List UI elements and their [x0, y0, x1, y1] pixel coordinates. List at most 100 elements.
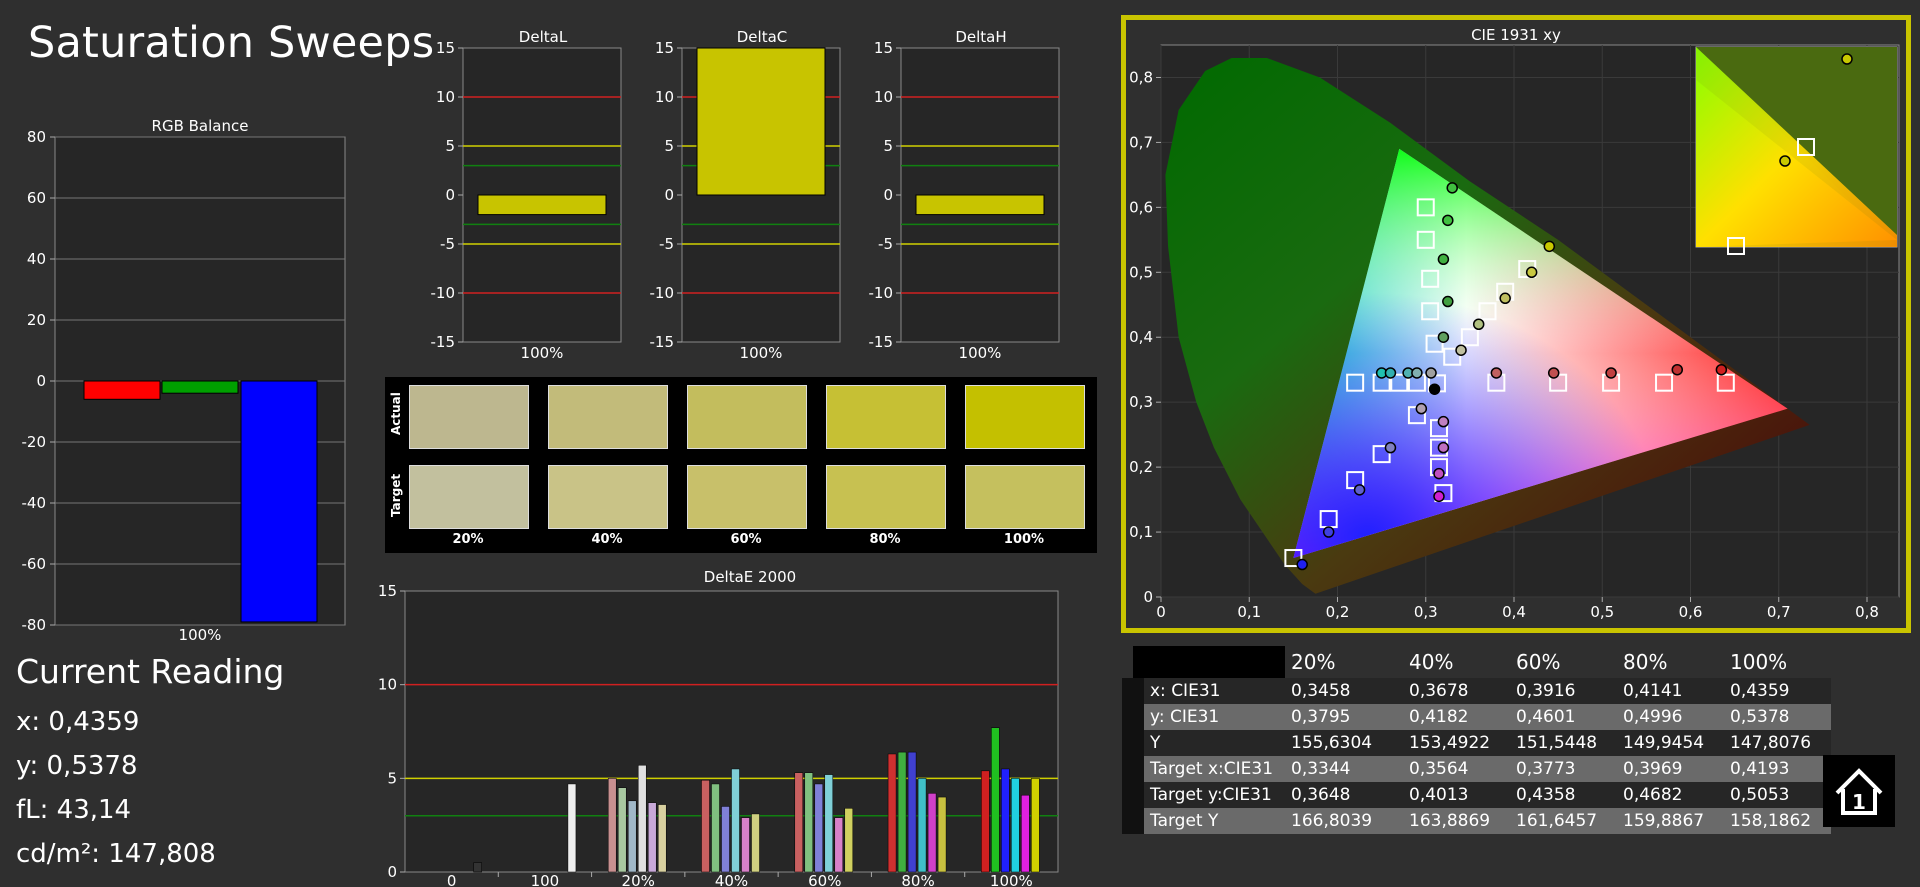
measured-point	[1437, 415, 1450, 428]
delta-e-bar	[927, 793, 937, 873]
table-cell: 0,3344	[1285, 756, 1403, 782]
color-swatch-panel: Actual Target 20% 40% 60% 80% 100%	[385, 377, 1097, 553]
delta-e-bar	[627, 800, 637, 873]
delta-e-bar	[473, 862, 482, 873]
delta-e-category-label: 40%	[715, 872, 748, 887]
rgb-balance-xlabel: 100%	[179, 626, 222, 644]
measured-point	[1433, 490, 1445, 503]
measured-point	[1605, 367, 1617, 379]
cie-y-tick-label: 0,6	[1129, 198, 1153, 216]
measured-point	[1671, 363, 1684, 376]
table-header: 100%	[1724, 646, 1831, 678]
measured-point	[1472, 318, 1485, 330]
table-cell: 0,5378	[1724, 704, 1831, 730]
cie-y-tick-label: 0,3	[1129, 393, 1153, 411]
table-cell: 153,4922	[1403, 730, 1510, 756]
tick-label: 5	[664, 137, 674, 155]
rgb-bar-g	[161, 380, 239, 394]
table-header: 80%	[1617, 646, 1724, 678]
measured-point	[1437, 253, 1450, 266]
rgb-tick-label: -20	[22, 433, 47, 451]
delta-e-bar	[1031, 778, 1040, 873]
rgb-bar-b	[240, 380, 318, 623]
measured-point	[1433, 467, 1445, 480]
swatch-label-80: 80%	[869, 532, 901, 547]
delta-e-bar	[937, 796, 947, 873]
delta-l-chart: 15 10 5 0 -5 -10 -15	[431, 40, 622, 351]
measured-point	[1446, 182, 1458, 194]
tick-label: 10	[436, 88, 455, 106]
reading-x: x: 0,4359	[16, 707, 140, 737]
actual-swatch-40	[548, 385, 668, 449]
swatch-label-60: 60%	[730, 532, 762, 547]
delta-h-chart: 15 10 5 0 -5 -10 -15	[869, 40, 1060, 351]
measured-point	[1490, 367, 1503, 379]
table-cell: 0,3458	[1285, 678, 1403, 704]
table-cell: 0,4141	[1617, 678, 1724, 704]
row-label: x: CIE31	[1122, 678, 1285, 704]
table-cell: 0,4013	[1403, 782, 1510, 808]
delta-bar	[477, 194, 607, 216]
tick-label: 10	[874, 88, 893, 106]
measured-point	[1442, 295, 1454, 308]
reading-fl: fL: 43,14	[16, 795, 132, 825]
table-row: x: CIE31 0,3458 0,3678 0,3916 0,4141 0,4359	[1122, 678, 1831, 704]
delta-e-bar	[1001, 768, 1010, 873]
page-title: Saturation Sweeps	[28, 18, 435, 68]
tick-label: 0	[883, 186, 893, 204]
table-cell: 155,6304	[1285, 730, 1403, 756]
target-swatch-40	[548, 465, 668, 529]
cie-x-tick-label: 0,3	[1414, 603, 1438, 621]
table-row: y: CIE31 0,3795 0,4182 0,4601 0,4996 0,5378	[1122, 704, 1831, 730]
tick-label: 15	[436, 40, 455, 57]
cie-y-tick-label: 0,2	[1129, 458, 1153, 476]
inset-measured-point	[1841, 53, 1853, 65]
table-cell: 147,8076	[1724, 730, 1831, 756]
measured-point	[1428, 383, 1441, 395]
swatch-label-40: 40%	[591, 532, 623, 547]
table-header: 20%	[1285, 646, 1403, 678]
measurement-table: 20% 40% 60% 80% 100% x: CIE31 0,3458 0,367…	[1122, 646, 1842, 834]
home-button[interactable]: 1	[1823, 755, 1895, 827]
row-label: y: CIE31	[1122, 704, 1285, 730]
table-cell: 0,3969	[1617, 756, 1724, 782]
table-header: 60%	[1510, 646, 1617, 678]
delta-e-bar	[981, 770, 990, 873]
target-swatch-80	[826, 465, 946, 529]
tick-label: -15	[431, 333, 456, 351]
delta-e-tick-label: 15	[378, 582, 397, 600]
delta-e-bar	[751, 813, 760, 873]
table-cell: 0,3564	[1403, 756, 1510, 782]
tick-label: -5	[659, 235, 674, 253]
delta-bar	[696, 47, 826, 196]
delta-l-xlabel: 100%	[521, 344, 564, 362]
measured-point	[1499, 292, 1511, 305]
cie-x-tick-label: 0	[1156, 603, 1166, 621]
row-label: Target x:CIE31	[1122, 756, 1285, 782]
cie-y-tick-label: 0,7	[1129, 133, 1153, 151]
rgb-balance-chart: 80 60 40 20 0 -20 -40 -60 -80 100%	[22, 130, 346, 644]
tick-label: -5	[440, 235, 455, 253]
delta-bar	[915, 194, 1045, 216]
measured-point	[1715, 363, 1728, 376]
cie-x-tick-label: 0,8	[1855, 603, 1879, 621]
rgb-tick-label: 40	[27, 250, 46, 268]
actual-row-label: Actual	[389, 392, 403, 435]
rgb-tick-label: -80	[22, 616, 47, 634]
delta-e-bar	[804, 772, 814, 873]
cie-x-tick-label: 0,7	[1767, 603, 1791, 621]
table-cell: 0,5053	[1724, 782, 1831, 808]
table-row: Target Y 166,8039 163,8869 161,6457 159,8867…	[1122, 808, 1831, 834]
measured-point	[1525, 266, 1538, 279]
delta-e-bar	[647, 802, 657, 873]
rgb-tick-label: -40	[22, 494, 47, 512]
rgb-bar-r	[83, 380, 161, 400]
cie-x-tick-label: 0,2	[1326, 603, 1350, 621]
tick-label: 15	[655, 40, 674, 57]
tick-label: 10	[655, 88, 674, 106]
table-row: Y 155,6304 153,4922 151,5448 149,9454 147,807…	[1122, 730, 1831, 756]
delta-e-bar	[834, 817, 844, 873]
measured-point	[1437, 331, 1450, 343]
delta-e-bar	[814, 783, 824, 873]
delta-e-category-label: 100%	[990, 872, 1033, 887]
